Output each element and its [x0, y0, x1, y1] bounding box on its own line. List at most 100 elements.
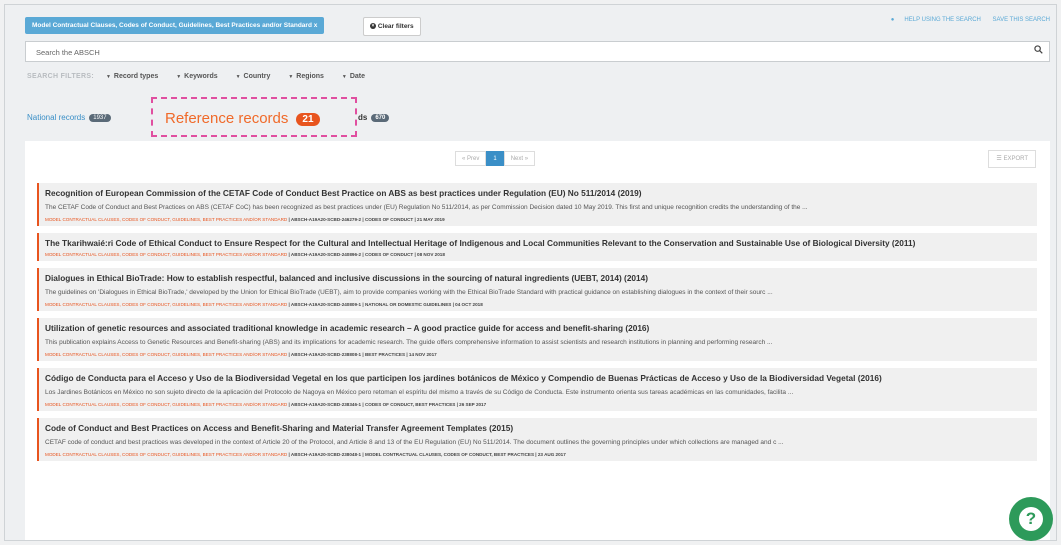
record-type: CODES OF CONDUCT, BEST PRACTICES [364, 402, 456, 407]
search-filters: SEARCH FILTERS: ▼ Record types ▼ Keywords … [27, 73, 381, 85]
filter-date[interactable]: ▼ Date [342, 73, 365, 80]
record-title[interactable]: Code of Conduct and Best Practices on Ac… [45, 423, 1031, 433]
record-description: Los Jardines Botánicos en México no son … [45, 389, 794, 396]
app-frame: Model Contractual Clauses, Codes of Cond… [4, 4, 1057, 541]
record-meta: MODEL CONTRACTUAL CLAUSES, CODES OF COND… [45, 452, 566, 457]
caret-down-icon: ▼ [235, 74, 241, 80]
record-category[interactable]: MODEL CONTRACTUAL CLAUSES, CODES OF COND… [45, 217, 287, 222]
record-meta: MODEL CONTRACTUAL CLAUSES, CODES OF COND… [45, 252, 445, 257]
record-title[interactable]: Recognition of European Commission of th… [45, 188, 1031, 198]
record-category[interactable]: MODEL CONTRACTUAL CLAUSES, CODES OF COND… [45, 402, 287, 407]
record-title[interactable]: The Tkarihwaié:ri Code of Ethical Conduc… [45, 238, 1031, 248]
prev-page-button[interactable]: « Prev [455, 151, 487, 166]
top-links: ● HELP USING THE SEARCH SAVE THIS SEARCH [871, 17, 1050, 23]
list-item[interactable]: Code of Conduct and Best Practices on Ac… [37, 418, 1037, 461]
filter-record-types[interactable]: ▼ Record types [106, 73, 158, 80]
tab-label: Reference records [165, 110, 289, 127]
record-category[interactable]: MODEL CONTRACTUAL CLAUSES, CODES OF COND… [45, 302, 287, 307]
record-tabs: National records 1937 Reference records 21… [27, 97, 627, 137]
record-date: 14 NOV 2017 [408, 352, 437, 357]
record-description: The guidelines on 'Dialogues in Ethical … [45, 289, 773, 296]
record-id: ABSCH-A19A20-SCBD-246279-2 [290, 217, 362, 222]
clear-filters-label: Clear filters [377, 23, 414, 30]
filter-keywords[interactable]: ▼ Keywords [176, 73, 217, 80]
record-id: ABSCH-A19A20-SCBD-238346-1 [290, 402, 362, 407]
active-filter-chip[interactable]: Model Contractual Clauses, Codes of Cond… [25, 17, 325, 34]
tab-label: ds [358, 113, 368, 122]
record-meta: MODEL CONTRACTUAL CLAUSES, CODES OF COND… [45, 217, 445, 222]
next-page-button[interactable]: Next » [503, 151, 536, 166]
tab-label: National records [27, 113, 86, 122]
tab-other-records[interactable]: ds 670 [358, 113, 390, 122]
filter-label: Date [349, 73, 365, 80]
filter-label: Regions [296, 73, 324, 80]
record-category[interactable]: MODEL CONTRACTUAL CLAUSES, CODES OF COND… [45, 452, 287, 457]
list-item[interactable]: Utilization of genetic resources and ass… [37, 318, 1037, 361]
tab-national-records[interactable]: National records 1937 [27, 113, 111, 122]
record-title[interactable]: Código de Conducta para el Acceso y Uso … [45, 373, 1031, 383]
question-mark-icon: ? [1019, 507, 1043, 531]
record-meta: MODEL CONTRACTUAL CLAUSES, CODES OF COND… [45, 402, 487, 407]
record-type: NATIONAL OR DOMESTIC GUIDELINES [364, 302, 452, 307]
search-input[interactable] [34, 42, 1018, 63]
pagination: « Prev 1 Next » [455, 151, 536, 166]
record-id: ABSCH-A19A20-SCBD-238808-1 [290, 352, 362, 357]
filter-label: Keywords [184, 73, 218, 80]
export-label: EXPORT [1003, 156, 1028, 162]
help-chat-button[interactable]: ? [1009, 497, 1053, 541]
tab-reference-records-highlight: Reference records 21 [151, 97, 357, 137]
record-id: ABSCH-A19A20-SCBD-240809-1 [290, 302, 362, 307]
record-type: BEST PRACTICES [364, 352, 406, 357]
search-icon[interactable] [1034, 45, 1043, 54]
count-badge: 1937 [89, 113, 111, 122]
caret-down-icon: ▼ [105, 74, 111, 80]
save-search-link[interactable]: SAVE THIS SEARCH [993, 17, 1050, 23]
records-list: Recognition of European Commission of th… [37, 183, 1037, 468]
list-icon: ☰ [996, 156, 1002, 162]
count-badge: 670 [371, 113, 390, 122]
top-bar: Model Contractual Clauses, Codes of Cond… [25, 15, 1050, 36]
search-bar [25, 41, 1050, 63]
record-type: MODEL CONTRACTUAL CLAUSES, CODES OF COND… [364, 452, 535, 457]
record-meta: MODEL CONTRACTUAL CLAUSES, CODES OF COND… [45, 302, 483, 307]
filter-label: Record types [113, 73, 159, 80]
list-item[interactable]: The Tkarihwaié:ri Code of Ethical Conduc… [37, 233, 1037, 261]
caret-down-icon: ▼ [176, 74, 182, 80]
record-category[interactable]: MODEL CONTRACTUAL CLAUSES, CODES OF COND… [45, 252, 287, 257]
record-type: CODES OF CONDUCT [364, 252, 414, 257]
record-category[interactable]: MODEL CONTRACTUAL CLAUSES, CODES OF COND… [45, 352, 287, 357]
record-date: 23 AUG 2017 [537, 452, 566, 457]
record-description: This publication explains Access to Gene… [45, 339, 773, 346]
record-id: ABSCH-A19A20-SCBD-240896-2 [290, 252, 362, 257]
search-filters-label: SEARCH FILTERS: [27, 73, 94, 80]
list-item[interactable]: Recognition of European Commission of th… [37, 183, 1037, 226]
page-1-button[interactable]: 1 [486, 151, 504, 166]
record-id: ABSCH-A19A20-SCBD-238048-1 [290, 452, 362, 457]
record-meta: MODEL CONTRACTUAL CLAUSES, CODES OF COND… [45, 352, 437, 357]
record-title[interactable]: Dialogues in Ethical BioTrade: How to es… [45, 273, 1031, 283]
clear-icon: × [370, 23, 376, 30]
caret-down-icon: ▼ [288, 74, 294, 80]
caret-down-icon: ▼ [341, 74, 347, 80]
tab-reference-records[interactable]: Reference records 21 [165, 110, 320, 127]
record-date: 26 SEP 2017 [459, 402, 487, 407]
info-icon: ● [890, 17, 895, 23]
list-item[interactable]: Código de Conducta para el Acceso y Uso … [37, 368, 1037, 411]
record-description: CETAF code of conduct and best practices… [45, 439, 784, 446]
filter-country[interactable]: ▼ Country [236, 73, 271, 80]
record-description: The CETAF Code of Conduct and Best Pract… [45, 204, 808, 211]
filter-label: Country [243, 73, 271, 80]
export-button[interactable]: ☰ EXPORT [988, 150, 1036, 168]
record-date: 08 NOV 2018 [417, 252, 445, 257]
results-panel: « Prev 1 Next » ☰ EXPORT Recognition of Eu… [25, 141, 1050, 540]
record-type: CODES OF CONDUCT [364, 217, 414, 222]
filter-regions[interactable]: ▼ Regions [288, 73, 324, 80]
help-search-link[interactable]: ● HELP USING THE SEARCH [881, 17, 981, 23]
record-date: 04 OCT 2018 [455, 302, 483, 307]
help-search-label: HELP USING THE SEARCH [904, 17, 981, 23]
list-item[interactable]: Dialogues in Ethical BioTrade: How to es… [37, 268, 1037, 311]
count-badge: 21 [296, 112, 320, 126]
clear-filters-button[interactable]: × Clear filters [363, 17, 421, 36]
record-date: 21 MAY 2019 [417, 217, 445, 222]
record-title[interactable]: Utilization of genetic resources and ass… [45, 323, 1031, 333]
